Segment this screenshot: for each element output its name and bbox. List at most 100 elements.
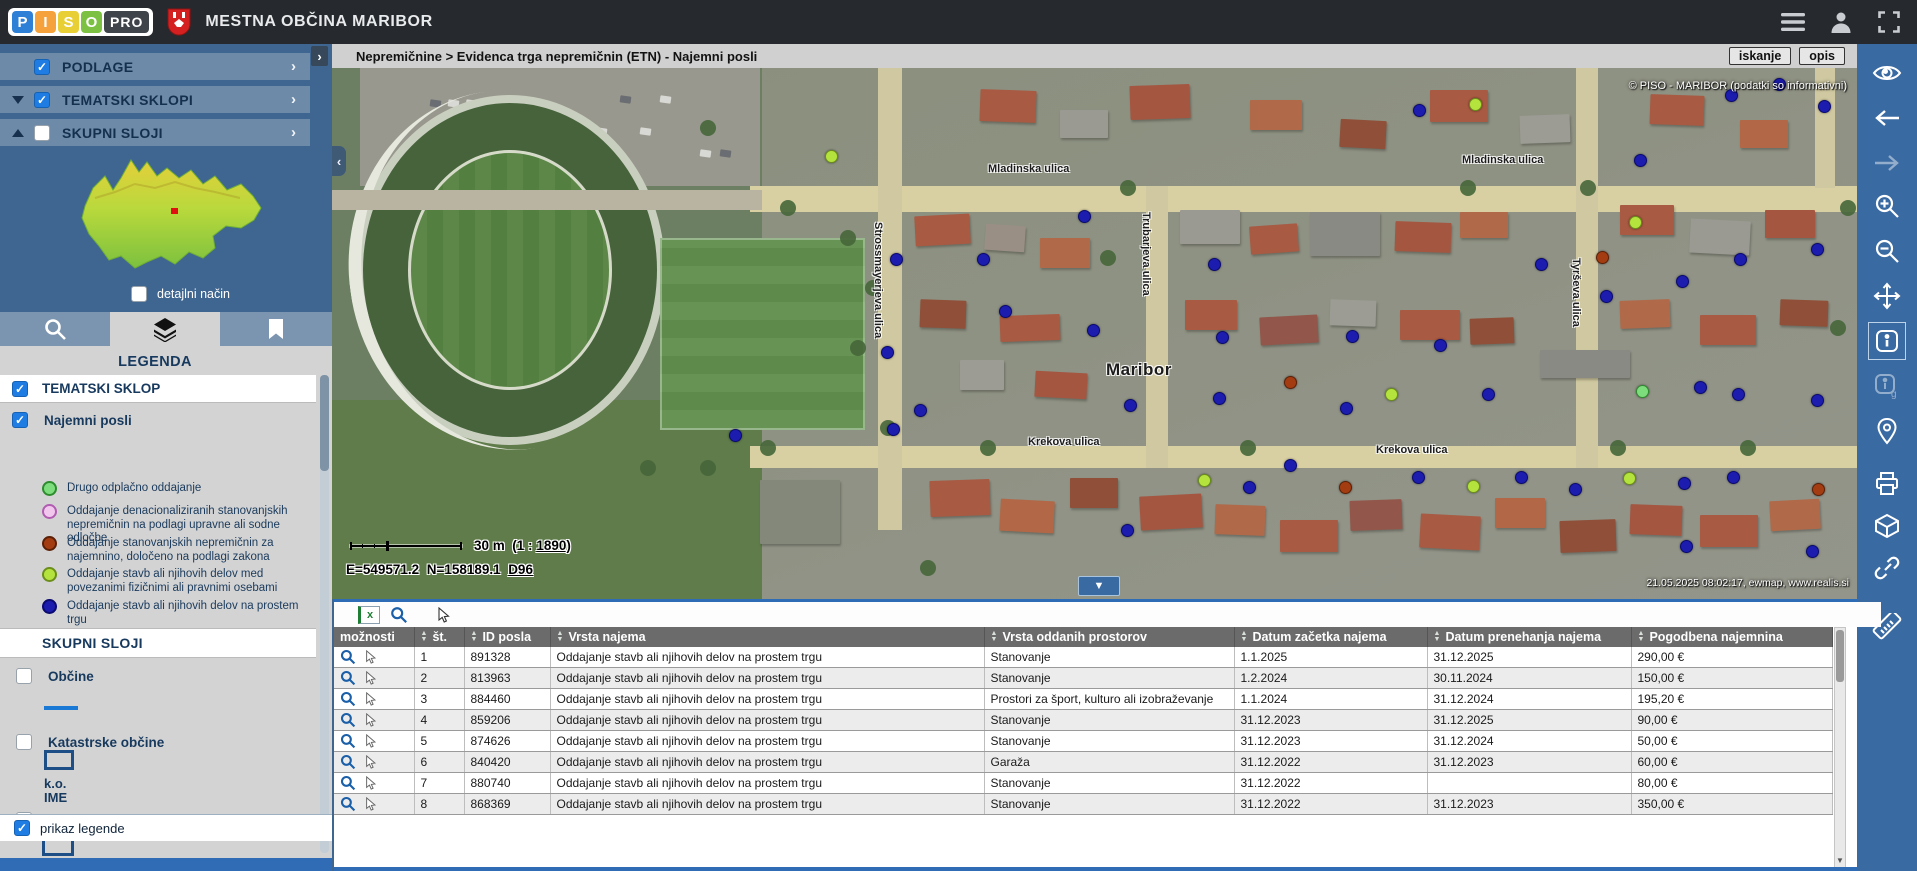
table-row[interactable]: 1891328Oddajanje stavb ali njihovih delo… xyxy=(334,647,1833,668)
datum-link[interactable]: D96 xyxy=(508,562,533,577)
column-header[interactable]: ▲▼št. xyxy=(414,627,464,647)
map-marker[interactable] xyxy=(1600,290,1613,303)
row-zoom-icon[interactable] xyxy=(340,754,356,770)
excel-export-icon[interactable]: x xyxy=(358,606,380,624)
katastrske-checkbox[interactable] xyxy=(16,734,32,750)
iskanje-button[interactable]: iskanje xyxy=(1729,47,1791,65)
table-row[interactable]: 5874626Oddajanje stavb ali njihovih delo… xyxy=(334,731,1833,752)
map-marker[interactable] xyxy=(1634,154,1647,167)
column-header[interactable]: ▲▼Pogodbena najemnina xyxy=(1631,627,1833,647)
sort-icon[interactable]: ▲▼ xyxy=(471,632,478,644)
sort-icon[interactable]: ▲▼ xyxy=(991,632,998,644)
map-marker[interactable] xyxy=(1284,459,1297,472)
chevron-right-icon[interactable]: › xyxy=(291,124,296,141)
map-marker[interactable] xyxy=(1482,388,1495,401)
map-marker[interactable] xyxy=(1121,524,1134,537)
legend-tematski-sklop-row[interactable]: TEMATSKI SKLOP xyxy=(0,375,316,403)
map-marker[interactable] xyxy=(1339,481,1352,494)
row-zoom-icon[interactable] xyxy=(340,712,356,728)
map-marker[interactable] xyxy=(1623,472,1636,485)
row-select-icon[interactable] xyxy=(364,797,378,811)
row-select-icon[interactable] xyxy=(364,671,378,685)
next-view-icon[interactable] xyxy=(1871,147,1903,179)
map-marker[interactable] xyxy=(1732,388,1745,401)
map-collapse-button[interactable]: ▼ xyxy=(1078,576,1120,596)
overview-map[interactable] xyxy=(55,148,290,280)
tematski-checkbox[interactable] xyxy=(34,92,50,108)
column-header[interactable]: ▲▼Datum začetka najema xyxy=(1234,627,1427,647)
row-select-icon[interactable] xyxy=(364,650,378,664)
user-icon[interactable] xyxy=(1829,10,1853,34)
map-marker[interactable] xyxy=(1535,258,1548,271)
map-marker[interactable] xyxy=(1629,216,1642,229)
prikaz-legende-bar[interactable]: prikaz legende xyxy=(0,814,332,841)
table-row[interactable]: 4859206Oddajanje stavb ali njihovih delo… xyxy=(334,710,1833,731)
map-marker[interactable] xyxy=(1078,210,1091,223)
locate-icon[interactable] xyxy=(1871,415,1903,447)
map-marker[interactable] xyxy=(1213,392,1226,405)
zoom-out-icon[interactable] xyxy=(1871,235,1903,267)
sidebar-section-tematski-sklopi[interactable]: TEMATSKI SKLOPI › xyxy=(0,86,310,113)
sort-icon[interactable]: ▲▼ xyxy=(1241,632,1248,644)
pan-icon[interactable] xyxy=(1871,280,1903,312)
row-select-icon[interactable] xyxy=(364,755,378,769)
map-marker[interactable] xyxy=(1676,275,1689,288)
zoom-in-icon[interactable] xyxy=(1871,190,1903,222)
map-viewport[interactable]: Mladinska ulicaMladinska ulicaMariborKre… xyxy=(332,68,1857,599)
collapse-triangle-icon[interactable] xyxy=(12,129,24,137)
sidebar-section-skupni-sloji[interactable]: SKUPNI SLOJI › xyxy=(0,119,310,146)
najemni-posli-checkbox[interactable] xyxy=(12,412,28,428)
table-scrollbar-thumb[interactable] xyxy=(1836,630,1844,682)
table-row[interactable]: 6840420Oddajanje stavb ali njihovih delo… xyxy=(334,752,1833,773)
scale-ratio-link[interactable]: 1890 xyxy=(536,538,566,553)
identify-group-icon[interactable]: g xyxy=(1871,370,1903,402)
scroll-down-arrow-icon[interactable]: ▼ xyxy=(1835,854,1845,868)
bookmark-tab[interactable] xyxy=(220,312,332,346)
map-marker[interactable] xyxy=(1596,251,1609,264)
print-icon[interactable] xyxy=(1871,468,1903,500)
sidebar-collapse-handle[interactable]: ‹ xyxy=(332,146,346,176)
column-header[interactable]: ▲▼ID posla xyxy=(464,627,550,647)
map-marker[interactable] xyxy=(729,429,742,442)
tematski-sklop-checkbox[interactable] xyxy=(12,381,28,397)
row-select-icon[interactable] xyxy=(364,734,378,748)
map-marker[interactable] xyxy=(1216,331,1229,344)
map-marker[interactable] xyxy=(1284,376,1297,389)
map-marker[interactable] xyxy=(1811,394,1824,407)
legend-scrollbar[interactable] xyxy=(320,375,329,853)
sort-icon[interactable]: ▲▼ xyxy=(1434,632,1441,644)
map-marker[interactable] xyxy=(914,404,927,417)
map-marker[interactable] xyxy=(1727,471,1740,484)
menu-icon[interactable] xyxy=(1781,10,1805,34)
identify-icon[interactable] xyxy=(1871,325,1903,357)
map-marker[interactable] xyxy=(1469,98,1482,111)
map-marker[interactable] xyxy=(1812,483,1825,496)
chevron-right-icon[interactable]: › xyxy=(291,58,296,75)
3d-view-icon[interactable] xyxy=(1871,510,1903,542)
table-row[interactable]: 8868369Oddajanje stavb ali njihovih delo… xyxy=(334,794,1833,815)
table-row[interactable]: 3884460Oddajanje stavb ali njihovih delo… xyxy=(334,689,1833,710)
legend-scrollbar-thumb[interactable] xyxy=(320,375,329,471)
map-marker[interactable] xyxy=(1694,381,1707,394)
prikaz-legende-checkbox[interactable] xyxy=(14,820,30,836)
map-marker[interactable] xyxy=(881,346,894,359)
row-zoom-icon[interactable] xyxy=(340,691,356,707)
map-marker[interactable] xyxy=(1467,480,1480,493)
view-options-icon[interactable] xyxy=(1871,57,1903,89)
search-tab[interactable] xyxy=(0,312,110,346)
map-marker[interactable] xyxy=(1124,399,1137,412)
map-marker[interactable] xyxy=(1734,253,1747,266)
podlage-checkbox[interactable] xyxy=(34,59,50,75)
map-marker[interactable] xyxy=(1208,258,1221,271)
map-marker[interactable] xyxy=(1412,471,1425,484)
map-marker[interactable] xyxy=(825,150,838,163)
column-header[interactable]: ▲▼Vrsta najema xyxy=(550,627,984,647)
sidebar-collapse-button[interactable]: › xyxy=(311,46,328,66)
opis-button[interactable]: opis xyxy=(1799,47,1845,65)
share-link-icon[interactable] xyxy=(1871,552,1903,584)
map-marker[interactable] xyxy=(1515,471,1528,484)
map-marker[interactable] xyxy=(1818,100,1831,113)
map-marker[interactable] xyxy=(1678,477,1691,490)
map-marker[interactable] xyxy=(1413,104,1426,117)
detail-mode-toggle[interactable]: detajlni način xyxy=(131,286,230,302)
